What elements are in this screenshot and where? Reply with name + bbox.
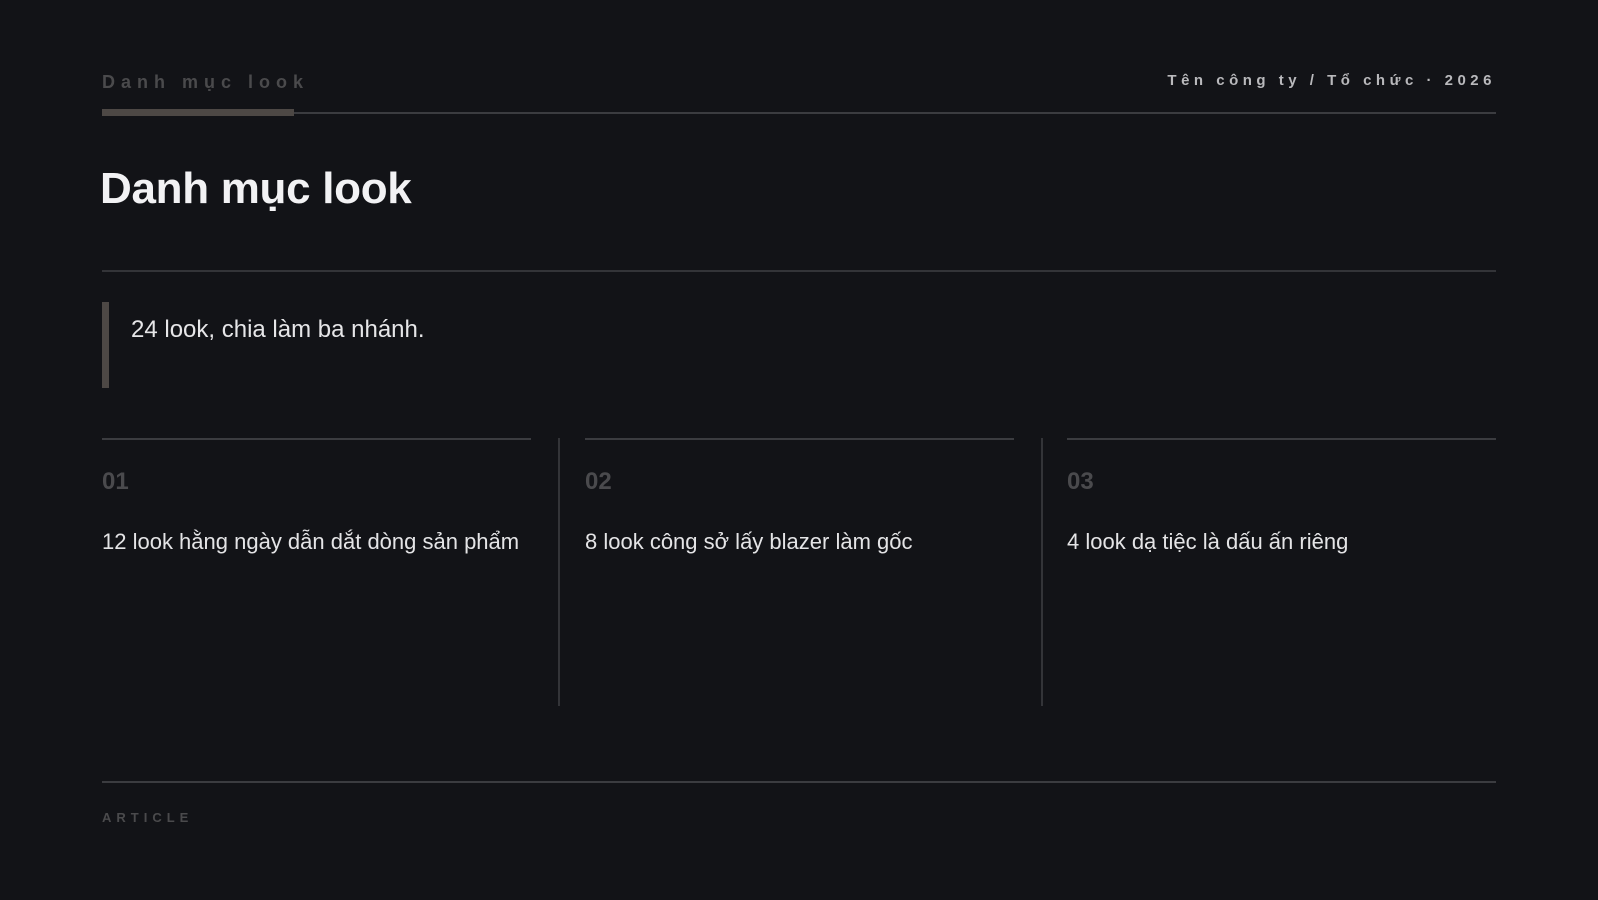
section-label: Danh mục look: [102, 72, 310, 92]
column-rule: [585, 438, 1014, 440]
organization-label: Tên công ty / Tổ chức · 2026: [1167, 72, 1496, 89]
columns-section: 01 12 look hằng ngày dẫn dắt dòng sản ph…: [102, 438, 1496, 706]
header-accent-bar: [102, 109, 294, 116]
column-divider: [1041, 438, 1043, 706]
title-divider: [102, 270, 1496, 272]
column-number: 03: [1067, 468, 1094, 495]
header-rule: [102, 112, 1496, 114]
lead-quote: 24 look, chia làm ba nhánh.: [102, 302, 902, 388]
slide-page: Danh mục look Tên công ty / Tổ chức · 20…: [0, 0, 1598, 900]
footer-rule: [102, 781, 1496, 783]
footer-label: ARTICLE: [102, 810, 194, 825]
column-text: 12 look hằng ngày dẫn dắt dòng sản phẩm: [102, 529, 520, 554]
lead-text: 24 look, chia làm ba nhánh.: [131, 316, 425, 343]
column-number: 02: [585, 468, 612, 495]
header-bar: Danh mục look Tên công ty / Tổ chức · 20…: [102, 64, 1496, 116]
column-text: 8 look công sở lấy blazer làm gốc: [585, 529, 913, 554]
quote-accent-bar: [102, 302, 109, 388]
column-divider: [558, 438, 560, 706]
page-title: Danh mục look: [100, 164, 412, 213]
column-2: 02 8 look công sở lấy blazer làm gốc: [585, 438, 1014, 706]
column-text: 4 look dạ tiệc là dấu ấn riêng: [1067, 529, 1349, 554]
column-rule: [102, 438, 531, 440]
column-3: 03 4 look dạ tiệc là dấu ấn riêng: [1067, 438, 1496, 706]
column-1: 01 12 look hằng ngày dẫn dắt dòng sản ph…: [102, 438, 531, 706]
column-rule: [1067, 438, 1496, 440]
column-number: 01: [102, 468, 129, 495]
